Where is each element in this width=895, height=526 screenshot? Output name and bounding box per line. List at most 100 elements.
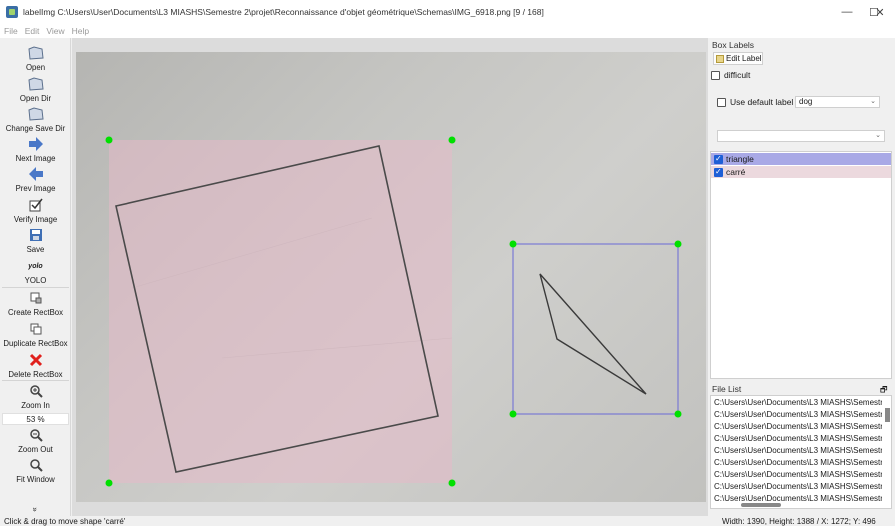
label-item-triangle[interactable]: triangle [711, 153, 891, 165]
default-label-value: dog [799, 97, 813, 106]
annotation-layer [105, 136, 682, 487]
file-list-item[interactable]: C:\Users\User\Documents\L3 MIASHS\Semest… [714, 434, 882, 445]
more-tools-button[interactable]: » [0, 504, 71, 514]
duplicate-icon [29, 320, 43, 338]
box-labels-title: Box Labels [712, 40, 755, 50]
verify-image-button[interactable]: Verify Image [0, 196, 71, 224]
open-dir-icon [27, 75, 44, 93]
label-item-carre[interactable]: carré [711, 166, 891, 178]
next-image-button[interactable]: Next Image [0, 135, 71, 163]
duplicate-rectbox-label: Duplicate RectBox [3, 339, 68, 348]
save-button[interactable]: Save [0, 226, 71, 254]
arrow-left-icon [28, 165, 44, 183]
create-box-icon [29, 289, 43, 307]
close-button[interactable]: ✕ [865, 0, 895, 24]
pencil-icon [716, 54, 724, 63]
bbox-handle[interactable] [674, 410, 682, 418]
delete-rectbox-label: Delete RectBox [8, 370, 63, 379]
labelimg-app-icon [6, 6, 18, 18]
status-bar: Click & drag to move shape 'carré' Width… [0, 516, 895, 526]
drawn-triangle [539, 273, 647, 395]
fit-window-button[interactable]: Fit Window [0, 456, 71, 484]
next-image-label: Next Image [15, 154, 56, 163]
fit-window-icon [29, 456, 43, 474]
triangle-checkbox[interactable] [714, 154, 723, 164]
bbox-handle[interactable] [509, 410, 517, 418]
toolbar-divider [2, 380, 69, 381]
chevron-down-icon: ⌄ [870, 98, 876, 105]
menu-edit[interactable]: Edit [25, 26, 40, 36]
create-rectbox-button[interactable]: Create RectBox [0, 289, 71, 317]
carre-bbox[interactable] [109, 140, 452, 483]
chevron-down-icon: » [30, 507, 40, 512]
zoom-out-label: Zoom Out [18, 445, 53, 454]
file-list: C:\Users\User\Documents\L3 MIASHS\Semest… [710, 395, 892, 509]
menu-bar: File Edit View Help [0, 24, 895, 38]
open-folder-icon [27, 44, 44, 62]
file-list-item[interactable]: C:\Users\User\Documents\L3 MIASHS\Semest… [714, 410, 882, 421]
menu-view[interactable]: View [46, 26, 64, 36]
triangle-bbox[interactable] [512, 243, 679, 415]
label-item-name: triangle [726, 154, 754, 164]
bbox-handle[interactable] [105, 136, 113, 144]
file-list-item[interactable]: C:\Users\User\Documents\L3 MIASHS\Semest… [714, 398, 882, 409]
bbox-handle[interactable] [448, 479, 456, 487]
bbox-handle[interactable] [448, 136, 456, 144]
difficult-checkbox[interactable] [711, 70, 720, 80]
delete-rectbox-button[interactable]: Delete RectBox [0, 351, 71, 379]
file-list-item[interactable]: C:\Users\User\Documents\L3 MIASHS\Semest… [714, 470, 882, 481]
image-canvas[interactable] [72, 38, 708, 516]
yolo-button[interactable]: yolo YOLO [0, 257, 71, 286]
use-default-label-row[interactable]: Use default label [717, 97, 793, 107]
floppy-disk-icon [29, 226, 43, 244]
menu-file[interactable]: File [4, 26, 18, 36]
use-default-label-checkbox[interactable] [717, 97, 726, 107]
zoom-in-button[interactable]: Zoom In [0, 382, 71, 410]
open-dir-button[interactable]: Open Dir [0, 75, 71, 103]
zoom-out-icon [29, 426, 43, 444]
title-bar: labelImg C:\Users\User\Documents\L3 MIAS… [0, 0, 895, 24]
carre-checkbox[interactable] [714, 167, 723, 177]
edit-label-button[interactable]: Edit Label [713, 52, 763, 65]
file-list-item[interactable]: C:\Users\User\Documents\L3 MIASHS\Semest… [714, 446, 882, 457]
open-button[interactable]: Open [0, 44, 71, 72]
chevron-down-icon: ⌄ [875, 132, 881, 139]
menu-help[interactable]: Help [72, 26, 89, 36]
difficult-checkbox-row[interactable]: difficult [711, 70, 750, 80]
zoom-in-icon [29, 382, 43, 400]
zoom-value-field[interactable]: 53 % [2, 413, 69, 425]
label-list: triangle carré [710, 151, 892, 379]
window-title: labelImg C:\Users\User\Documents\L3 MIAS… [23, 7, 544, 17]
save-dir-icon [27, 105, 44, 123]
create-rectbox-label: Create RectBox [7, 308, 64, 317]
zoom-out-button[interactable]: Zoom Out [0, 426, 71, 454]
open-label: Open [25, 63, 46, 72]
checkbox-icon [29, 196, 43, 214]
open-dir-label: Open Dir [19, 94, 52, 103]
file-list-item[interactable]: C:\Users\User\Documents\L3 MIASHS\Semest… [714, 422, 882, 433]
status-message: Click & drag to move shape 'carré' [4, 517, 126, 526]
file-list-item[interactable]: C:\Users\User\Documents\L3 MIASHS\Semest… [714, 494, 882, 505]
difficult-label: difficult [724, 70, 751, 80]
minimize-button[interactable]: — [832, 0, 862, 24]
bbox-handle[interactable] [105, 479, 113, 487]
duplicate-rectbox-button[interactable]: Duplicate RectBox [0, 320, 71, 348]
file-list-item[interactable]: C:\Users\User\Documents\L3 MIASHS\Semest… [714, 458, 882, 469]
edit-label-text: Edit Label [726, 54, 762, 63]
use-default-label-text: Use default label [730, 97, 794, 107]
zoom-in-label: Zoom In [21, 401, 50, 410]
bbox-handle[interactable] [509, 240, 517, 248]
default-label-select[interactable]: dog ⌄ [795, 96, 880, 108]
prev-image-button[interactable]: Prev Image [0, 165, 71, 193]
horizontal-scrollbar[interactable] [741, 503, 781, 507]
change-save-dir-button[interactable]: Change Save Dir [0, 105, 71, 133]
file-list-item[interactable]: C:\Users\User\Documents\L3 MIASHS\Semest… [714, 482, 882, 493]
verify-image-label: Verify Image [13, 215, 58, 224]
label-filter-combo[interactable]: ⌄ [717, 130, 885, 142]
yolo-icon: yolo [28, 262, 43, 270]
file-list-title: File List [712, 384, 742, 394]
arrow-right-icon [28, 135, 44, 153]
vertical-scrollbar[interactable] [885, 408, 890, 422]
yolo-label: YOLO [24, 276, 47, 285]
bbox-handle[interactable] [674, 240, 682, 248]
